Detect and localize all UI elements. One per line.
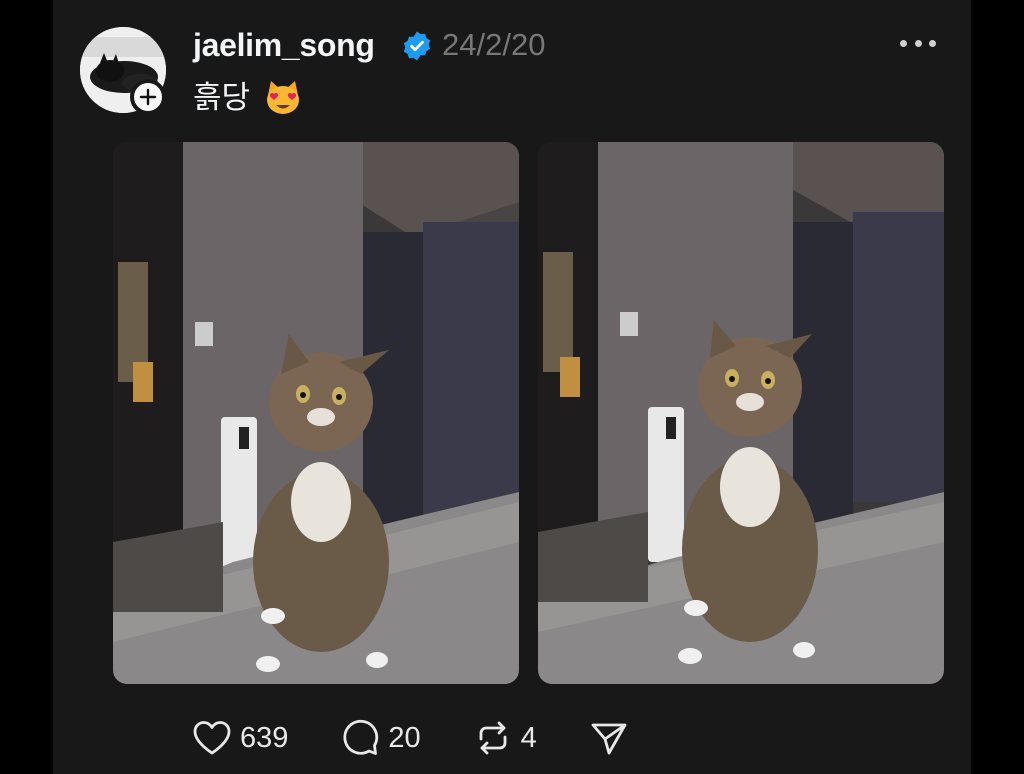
share-button[interactable] [589, 719, 629, 757]
verified-badge-icon [403, 31, 431, 61]
repost-count: 4 [520, 721, 537, 754]
post-action-bar: 639 20 4 [192, 712, 681, 764]
post-timestamp[interactable]: 24/2/20 [442, 26, 545, 64]
caption-text: 흙당 [193, 80, 251, 115]
avatar-container[interactable] [80, 27, 166, 115]
more-dots-icon [900, 39, 907, 47]
repost-icon [479, 721, 507, 755]
post-image-1[interactable] [113, 142, 519, 684]
more-options-button[interactable] [900, 30, 936, 56]
heart-eyes-cat-emoji-icon [267, 81, 300, 114]
post-caption: 흙당 [193, 78, 302, 118]
send-icon [591, 723, 627, 755]
plus-icon [139, 88, 157, 106]
repost-button[interactable]: 4 [473, 719, 537, 757]
post-image-2[interactable] [538, 142, 944, 684]
speech-bubble-icon [343, 719, 379, 755]
username-link[interactable]: jaelim_song [193, 26, 375, 64]
like-button[interactable]: 639 [192, 720, 288, 756]
like-count: 639 [240, 721, 289, 754]
reply-count: 20 [388, 721, 421, 754]
cat-photo [538, 142, 944, 684]
heart-icon [193, 721, 231, 755]
cat-photo [113, 142, 519, 684]
reply-button[interactable]: 20 [340, 719, 421, 757]
follow-button[interactable] [130, 79, 166, 115]
